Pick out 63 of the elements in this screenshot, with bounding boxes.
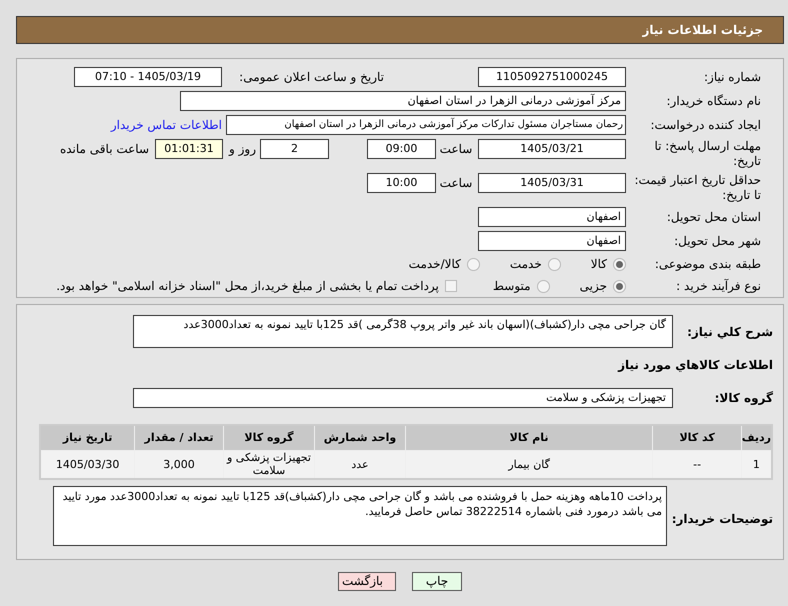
field-label: شماره نیاز: bbox=[703, 69, 761, 86]
text-area[interactable]: پرداخت 10ماهه وهزینه حمل با فروشنده می باشد و گان جراحی مچی دار(کشباف)قد 125با تایید نمونه به تعداد3000عدد مورد تایید می باشد درمورد فنی باشماره 38222514 تماس حاصل فرمایید. bbox=[53, 486, 667, 546]
column-header: ردیف bbox=[741, 425, 772, 450]
text-field[interactable]: رحمان مستاجران مسئول تدارکات مرکز آموزشی درمانی الزهرا در استان اصفهان bbox=[226, 115, 626, 135]
text-field[interactable]: 1405/03/19 - 07:10 bbox=[74, 67, 222, 87]
field-label: مهلت ارسال پاسخ: تا تاریخ: bbox=[653, 139, 761, 169]
radio-label: کالا/خدمت bbox=[408, 256, 461, 273]
text-field[interactable]: 1405/03/31 bbox=[478, 173, 626, 193]
column-header: کد کالا bbox=[652, 425, 742, 450]
print-button[interactable]: چاپ bbox=[412, 572, 462, 591]
text-field[interactable]: 01:01:31 bbox=[155, 139, 223, 159]
radio-button[interactable] bbox=[536, 280, 550, 292]
field-label: ایجاد کننده درخواست: bbox=[649, 117, 761, 134]
checkbox-label: پرداخت تمام یا بخشی از مبلغ خرید،از محل "اسناد خزانه اسلامی" خواهد بود. bbox=[56, 278, 439, 295]
field-label: شهر محل تحویل: bbox=[673, 233, 761, 250]
text-field[interactable]: مرکز آموزشی درمانی الزهرا در استان اصفهان bbox=[180, 91, 626, 111]
table-cell: 1405/03/30 bbox=[40, 450, 135, 479]
text-field[interactable]: 1105092751000245 bbox=[478, 67, 626, 87]
contact-link[interactable]: اطلاعات تماس خریدار bbox=[110, 116, 222, 134]
radio-button[interactable] bbox=[613, 258, 626, 270]
field-label: نوع فرآیند خرید : bbox=[675, 278, 761, 295]
field-label: روز و bbox=[229, 141, 256, 158]
table-cell: 3,000 bbox=[134, 450, 224, 479]
field-label: توضیحات خریدار: bbox=[670, 511, 773, 528]
field-label: ساعت bbox=[438, 141, 474, 158]
field-label: طبقه بندی موضوعی: bbox=[654, 256, 761, 273]
checkbox[interactable] bbox=[444, 280, 457, 292]
table-cell: -- bbox=[652, 450, 742, 479]
radio-button[interactable] bbox=[613, 280, 626, 292]
text-field[interactable]: 1405/03/21 bbox=[478, 139, 626, 159]
back-button[interactable]: بازگشت bbox=[338, 572, 396, 591]
table-cell: گان بیمار bbox=[405, 450, 653, 479]
text-field[interactable]: اصفهان bbox=[478, 231, 626, 251]
radio-button[interactable] bbox=[548, 258, 561, 270]
text-field[interactable]: اصفهان bbox=[478, 207, 626, 227]
field-label: حداقل تاریخ اعتبار قیمت: تا تاریخ: bbox=[633, 173, 761, 203]
field-label: ساعت باقی مانده bbox=[60, 141, 149, 158]
column-header: واحد شمارش bbox=[314, 425, 406, 450]
column-header: تعداد / مقدار bbox=[134, 425, 224, 450]
field-label: تاریخ و ساعت اعلان عمومی: bbox=[238, 69, 384, 86]
column-header: گروه کالا bbox=[223, 425, 315, 450]
text-field[interactable]: 10:00 bbox=[367, 173, 436, 193]
radio-label: خدمت bbox=[510, 256, 542, 273]
field-label: گروه کالا: bbox=[714, 390, 773, 407]
field-label: ساعت bbox=[438, 175, 474, 192]
table-cell: تجهیزات پزشکی و سلامت bbox=[223, 450, 315, 479]
field-label: شرح کلي نياز: bbox=[686, 324, 773, 341]
section-heading: اطلاعات کالاهاي مورد نياز bbox=[618, 357, 773, 374]
column-header: نام کالا bbox=[405, 425, 653, 450]
text-area[interactable]: گان جراحی مچی دار(کشباف)(اسهان باند غیر واتر پروپ 38گرمی )قد 125با تایید نمونه به تعداد3000عدد bbox=[133, 315, 673, 348]
radio-label: کالا bbox=[590, 256, 607, 273]
page-title: جزئیات اطلاعات نیاز bbox=[642, 22, 763, 39]
column-header: تاریخ نیاز bbox=[40, 425, 135, 450]
radio-button[interactable] bbox=[466, 258, 480, 270]
field-label: نام دستگاه خریدار: bbox=[666, 93, 761, 110]
table-cell: عدد bbox=[314, 450, 406, 479]
text-field[interactable]: 09:00 bbox=[367, 139, 436, 159]
radio-label: متوسط bbox=[492, 278, 531, 295]
field-label: استان محل تحویل: bbox=[666, 209, 761, 226]
text-field[interactable]: 2 bbox=[260, 139, 329, 159]
text-field[interactable]: تجهیزات پزشکی و سلامت bbox=[133, 388, 673, 408]
table-cell: 1 bbox=[741, 450, 772, 479]
radio-label: جزیی bbox=[580, 278, 607, 295]
